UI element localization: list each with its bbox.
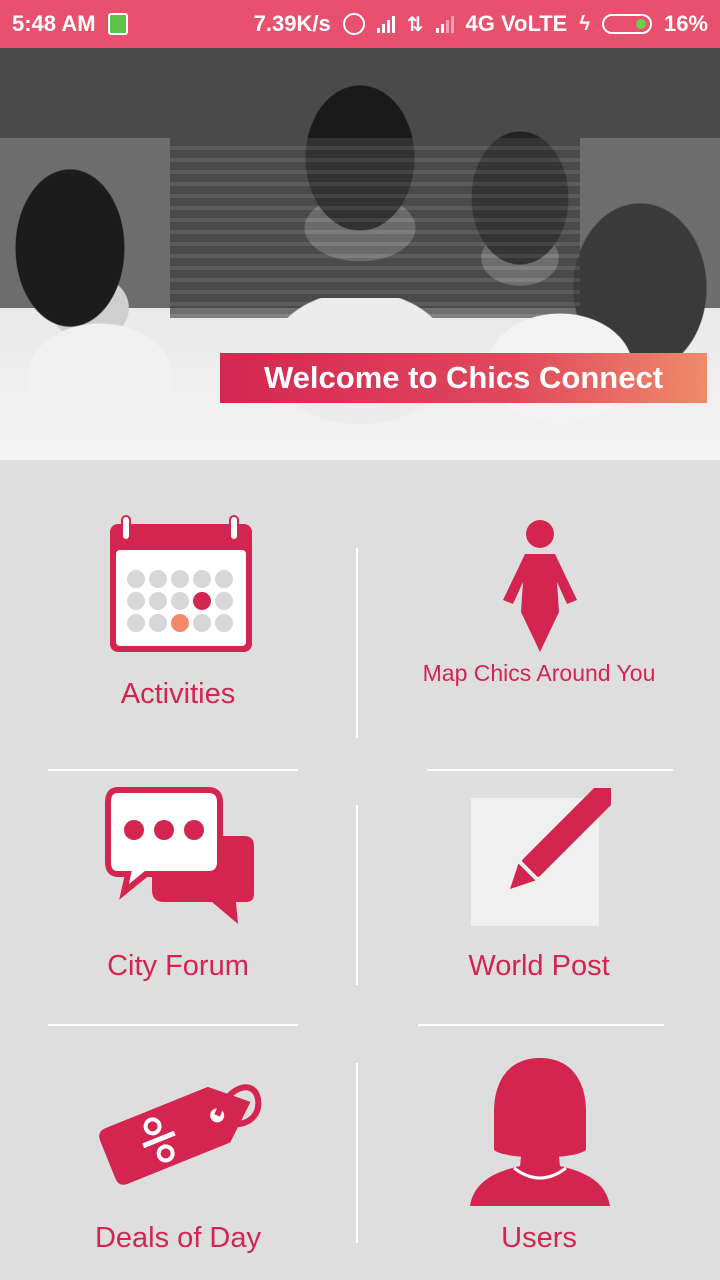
- activities-button[interactable]: Activities: [0, 460, 356, 760]
- charging-icon: ϟ: [579, 12, 590, 35]
- woman-figure-icon: [503, 520, 577, 652]
- sim-icon: [107, 13, 128, 35]
- users-button[interactable]: Users: [358, 1026, 720, 1280]
- world-post-label: World Post: [468, 950, 610, 982]
- status-time: 5:48 AM: [12, 11, 96, 36]
- calendar-icon: [110, 515, 252, 652]
- network-type: 4G VoLTE: [465, 11, 568, 36]
- chat-bubbles-icon: [105, 787, 254, 924]
- status-bar: 5:48 AM 7.39K/s ⇅ 4G VoLTE ϟ 16%: [0, 0, 720, 48]
- activities-label: Activities: [120, 678, 236, 710]
- city-forum-label: City Forum: [107, 950, 249, 982]
- world-post-button[interactable]: World Post: [358, 772, 720, 1022]
- map-chics-label: Map Chics Around You: [422, 660, 656, 686]
- signal-icon: [435, 15, 454, 33]
- discount-tag-icon: [99, 1084, 262, 1185]
- hero-banner: Welcome to Chics Connect: [0, 48, 720, 460]
- battery-level: 16%: [663, 11, 708, 36]
- hero-title: Welcome to Chics Connect: [220, 353, 707, 403]
- users-label: Users: [501, 1222, 577, 1254]
- battery-icon: [601, 14, 652, 34]
- divider: [427, 769, 673, 771]
- deals-of-day-button[interactable]: Deals of Day: [0, 1026, 356, 1280]
- deals-of-day-label: Deals of Day: [94, 1222, 261, 1254]
- pencil-icon: [471, 788, 611, 926]
- alarm-icon: [342, 13, 365, 35]
- city-forum-button[interactable]: City Forum: [0, 772, 356, 1022]
- hero-photo-background: [170, 138, 580, 318]
- signal-icon: [376, 15, 395, 33]
- data-arrows-icon: ⇅: [406, 13, 424, 36]
- user-silhouette-icon: [470, 1058, 610, 1206]
- divider: [48, 769, 298, 771]
- network-speed: 7.39K/s: [253, 11, 331, 36]
- menu-grid: Activities Map Chics Around You City For…: [0, 460, 720, 1280]
- map-chics-button[interactable]: Map Chics Around You: [358, 460, 720, 760]
